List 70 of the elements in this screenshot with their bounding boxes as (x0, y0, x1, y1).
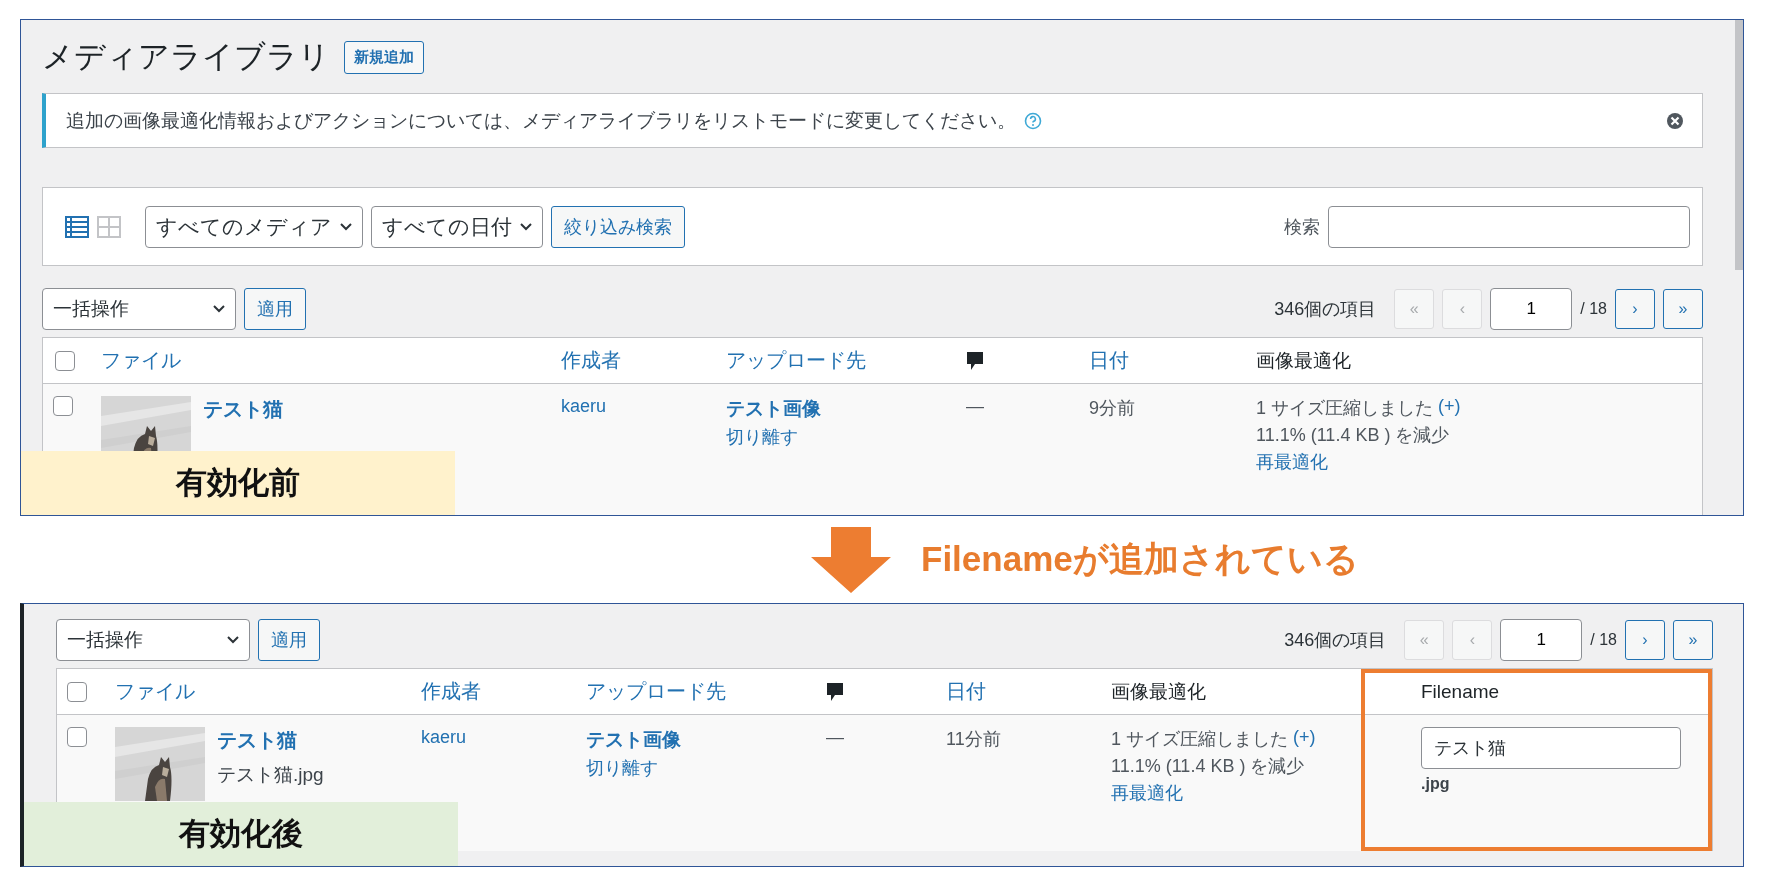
date-dropdown[interactable]: すべての日付 (371, 205, 543, 248)
column-header: 画像最適化 (1111, 679, 1206, 704)
reoptimize-link[interactable]: 再最適化 (1256, 450, 1328, 474)
page-total: / 18 (1580, 300, 1607, 318)
optimization-saving: 11.1% (11.4 KB ) を減少 (1111, 755, 1305, 778)
media-type-dropdown[interactable]: すべてのメディア (145, 205, 363, 248)
comment-icon (826, 681, 844, 702)
table-cell: — (826, 727, 844, 747)
optimization-summary: 1 サイズ圧縮しました (1111, 728, 1288, 751)
list-view-icon[interactable] (65, 215, 89, 238)
page-number-field[interactable]: 1 (1500, 619, 1583, 661)
table-cell: — (966, 396, 984, 416)
search-label: 検索 (1284, 215, 1320, 239)
optimization-summary: 1 サイズ圧縮しました (1256, 397, 1433, 420)
comment-icon (966, 350, 984, 371)
reoptimize-link[interactable]: 再最適化 (1111, 781, 1183, 805)
parent-post-link[interactable]: テスト画像 (586, 727, 681, 753)
detach-link[interactable]: 切り離す (586, 756, 658, 780)
page-number-field[interactable]: 1 (1490, 288, 1573, 330)
down-arrow-icon (811, 526, 891, 593)
filter-button[interactable]: 絞り込み検索 (551, 205, 685, 248)
pagination-button[interactable]: › (1615, 289, 1655, 329)
author-link[interactable]: kaeru (561, 396, 607, 416)
table-cell: 11分前 (946, 729, 1001, 749)
file-title-link[interactable]: テスト猫 (217, 727, 324, 754)
column-header[interactable]: ファイル (101, 347, 181, 374)
item-count: 346個の項目 (1284, 629, 1387, 652)
select-all-checkbox[interactable] (67, 681, 87, 702)
select-all-checkbox[interactable] (55, 350, 75, 371)
grid-view-icon[interactable] (97, 215, 121, 238)
filename-field[interactable]: テスト猫 (1421, 727, 1681, 769)
annotation-label: 有効化後 (24, 802, 458, 866)
help-icon[interactable] (1024, 111, 1042, 130)
column-header: Filename (1421, 680, 1500, 703)
file-name: テスト猫.jpg (217, 763, 324, 787)
file-extension: .jpg (1421, 775, 1450, 793)
chevron-down-icon (520, 222, 532, 231)
details-link[interactable]: (+) (1438, 396, 1461, 420)
chevron-down-icon (340, 222, 352, 231)
row-checkbox[interactable] (53, 396, 73, 416)
detach-link[interactable]: 切り離す (726, 425, 798, 449)
apply-button[interactable]: 適用 (258, 619, 320, 661)
column-header[interactable]: 日付 (946, 678, 986, 705)
column-header: 画像最適化 (1256, 348, 1351, 373)
chevron-down-icon (213, 305, 225, 313)
item-count: 346個の項目 (1274, 298, 1377, 321)
apply-button[interactable]: 適用 (244, 288, 306, 330)
pagination-button[interactable]: » (1663, 289, 1703, 329)
details-link[interactable]: (+) (1293, 727, 1316, 751)
annotation-label: 有効化前 (21, 451, 455, 515)
table-cell: 9分前 (1089, 398, 1135, 418)
add-new-button[interactable]: 新規追加 (344, 40, 424, 74)
optimization-saving: 11.1% (11.4 KB ) を減少 (1256, 424, 1450, 447)
bulk-actions-dropdown[interactable]: 一括操作 (56, 619, 250, 661)
search-field[interactable] (1328, 205, 1690, 248)
pagination-button[interactable]: » (1673, 620, 1713, 660)
column-header[interactable]: 日付 (1089, 347, 1129, 374)
bulk-actions-dropdown[interactable]: 一括操作 (42, 288, 236, 330)
column-header[interactable]: ファイル (115, 678, 195, 705)
file-title-link[interactable]: テスト猫 (203, 396, 283, 423)
parent-post-link[interactable]: テスト画像 (726, 396, 821, 422)
page-total: / 18 (1590, 631, 1617, 649)
notice-text: 追加の画像最適化情報およびアクションについては、メディアライブラリをリストモードに変更してください。 (66, 108, 1016, 133)
pagination-button[interactable]: › (1625, 620, 1665, 660)
annotation-text: Filenameが追加されている (921, 538, 1359, 580)
page-title: メディアライブラリ (42, 38, 330, 76)
close-icon[interactable] (1666, 111, 1684, 130)
chevron-down-icon (227, 636, 239, 644)
row-checkbox[interactable] (67, 727, 87, 747)
author-link[interactable]: kaeru (421, 727, 467, 747)
